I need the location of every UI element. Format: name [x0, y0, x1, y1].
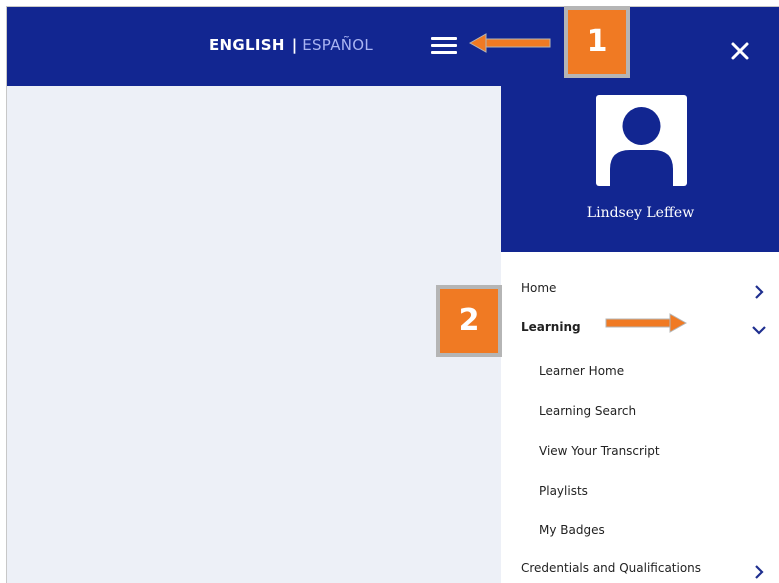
chevron-right-icon — [755, 565, 764, 579]
user-name: Lindsey Leffew — [586, 205, 695, 221]
menu-item-home[interactable]: Home — [501, 274, 779, 302]
menu-item-label: Credentials and Qualifications — [521, 561, 702, 575]
submenu-item-learner-home[interactable]: Learner Home — [501, 357, 779, 385]
profile-panel: Lindsey Leffew — [501, 86, 779, 252]
language-switcher: ENGLISH | ESPAÑOL — [209, 35, 373, 55]
menu-item-label: Learning — [521, 320, 581, 334]
close-icon[interactable] — [729, 40, 751, 62]
submenu-item-label: Learner Home — [539, 364, 625, 378]
menu-item-label: Home — [521, 281, 557, 295]
submenu-item-my-badges[interactable]: My Badges — [501, 516, 779, 544]
language-separator: | — [291, 36, 298, 54]
side-menu: Home Learning Learner Home Learning Sear… — [501, 252, 779, 583]
avatar[interactable] — [596, 95, 687, 186]
callout-arrow-left-icon — [468, 33, 551, 53]
submenu-item-label: Learning Search — [539, 404, 637, 418]
menu-item-credentials[interactable]: Credentials and Qualifications — [501, 554, 779, 582]
submenu-item-label: Playlists — [539, 484, 588, 498]
spanish-link[interactable]: ESPAÑOL — [302, 36, 373, 54]
submenu-item-learning-search[interactable]: Learning Search — [501, 397, 779, 425]
callout-badge-2: 2 — [436, 285, 502, 357]
callout-badge-1: 1 — [564, 6, 630, 78]
chevron-right-icon — [755, 285, 764, 299]
submenu-item-label: View Your Transcript — [539, 444, 660, 458]
english-link[interactable]: ENGLISH — [209, 36, 285, 54]
user-icon — [610, 107, 673, 186]
top-nav-bar: ENGLISH | ESPAÑOL — [7, 7, 779, 86]
submenu-item-label: My Badges — [539, 523, 605, 537]
hamburger-menu-icon[interactable] — [431, 35, 457, 57]
page-frame: ENGLISH | ESPAÑOL Lindsey Leffew Home Lear… — [6, 6, 779, 583]
submenu-item-view-transcript[interactable]: View Your Transcript — [501, 437, 779, 465]
chevron-down-icon — [752, 326, 766, 335]
callout-arrow-right-icon — [605, 313, 688, 333]
submenu-item-playlists[interactable]: Playlists — [501, 477, 779, 505]
